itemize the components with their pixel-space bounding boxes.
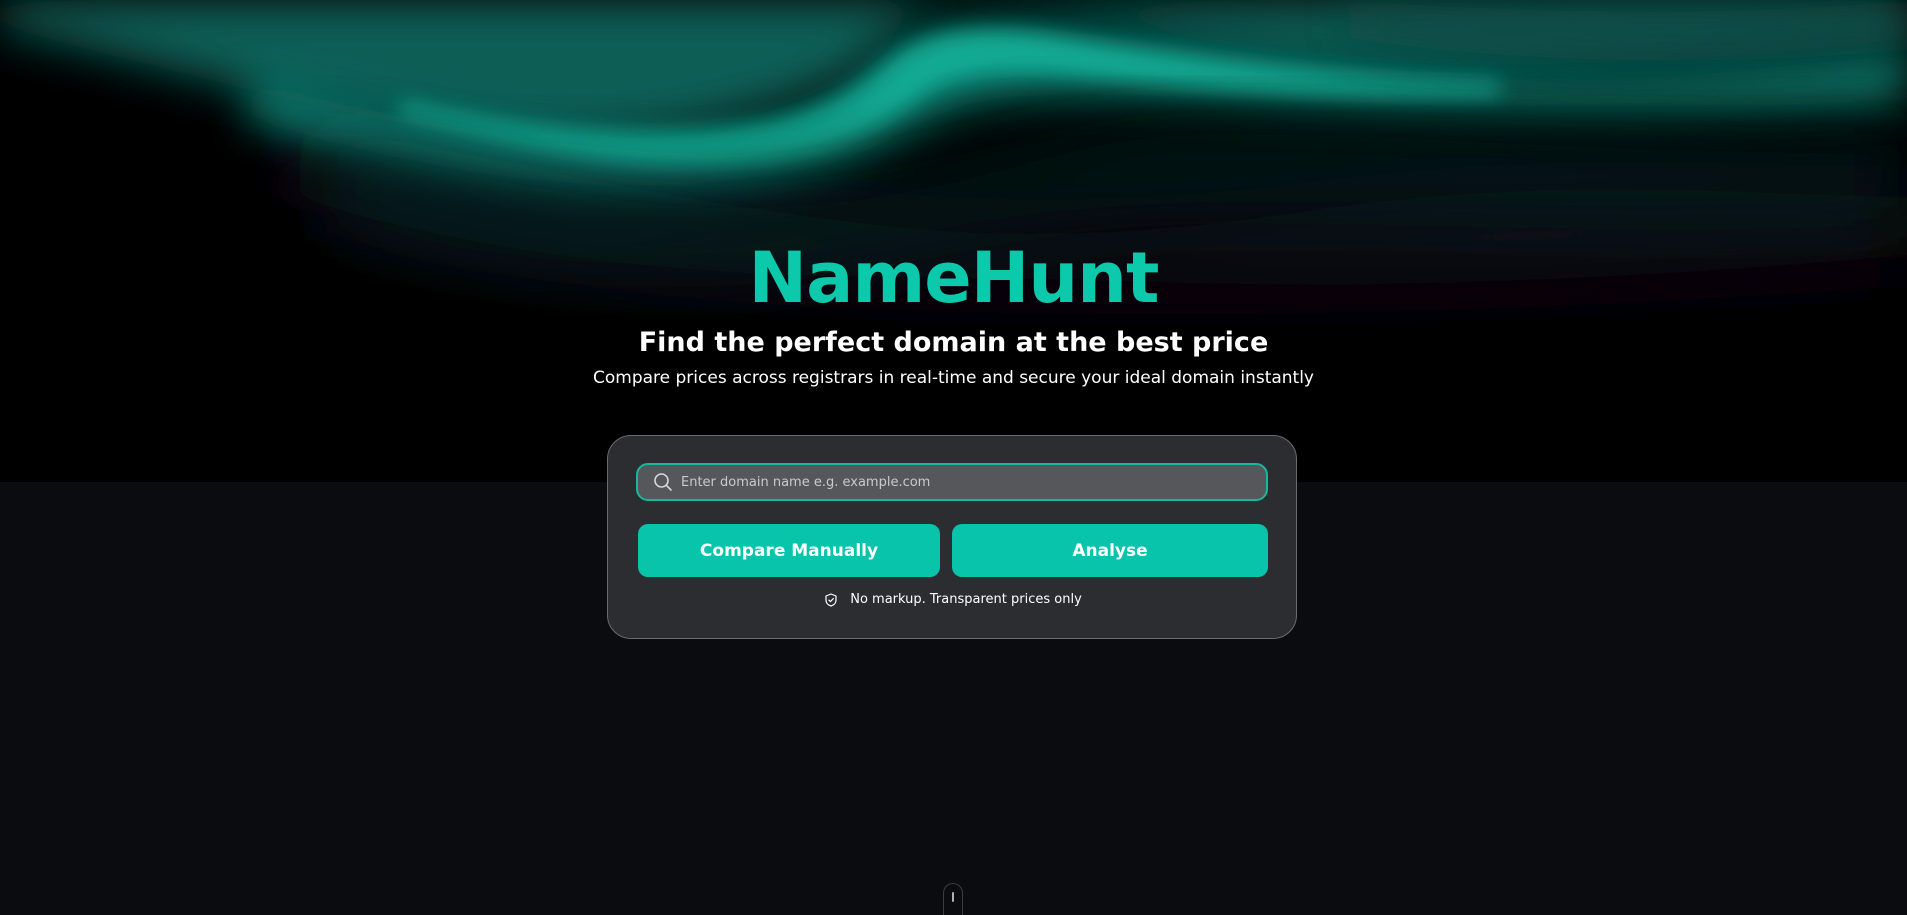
compare-manually-button[interactable]: Compare Manually [638,524,940,577]
search-box[interactable] [636,463,1268,501]
scroll-wheel-dot [952,892,954,902]
hero-subheadline: Compare prices across registrars in real… [593,368,1314,388]
pricing-note-text: No markup. Transparent prices only [850,592,1082,607]
domain-search-input[interactable] [681,467,1254,497]
landing-page: NameHunt Find the perfect domain at the … [0,0,1907,915]
shield-check-icon [825,592,837,607]
pricing-note: No markup. Transparent prices only [608,592,1298,607]
brand-title: NameHunt [748,237,1160,319]
analyse-button[interactable]: Analyse [952,524,1268,577]
scroll-mouse-icon[interactable] [943,883,963,915]
search-card: Compare Manually Analyse No markup. Tran… [607,435,1297,639]
hero-headline: Find the perfect domain at the best pric… [638,327,1269,358]
search-icon [654,473,672,491]
